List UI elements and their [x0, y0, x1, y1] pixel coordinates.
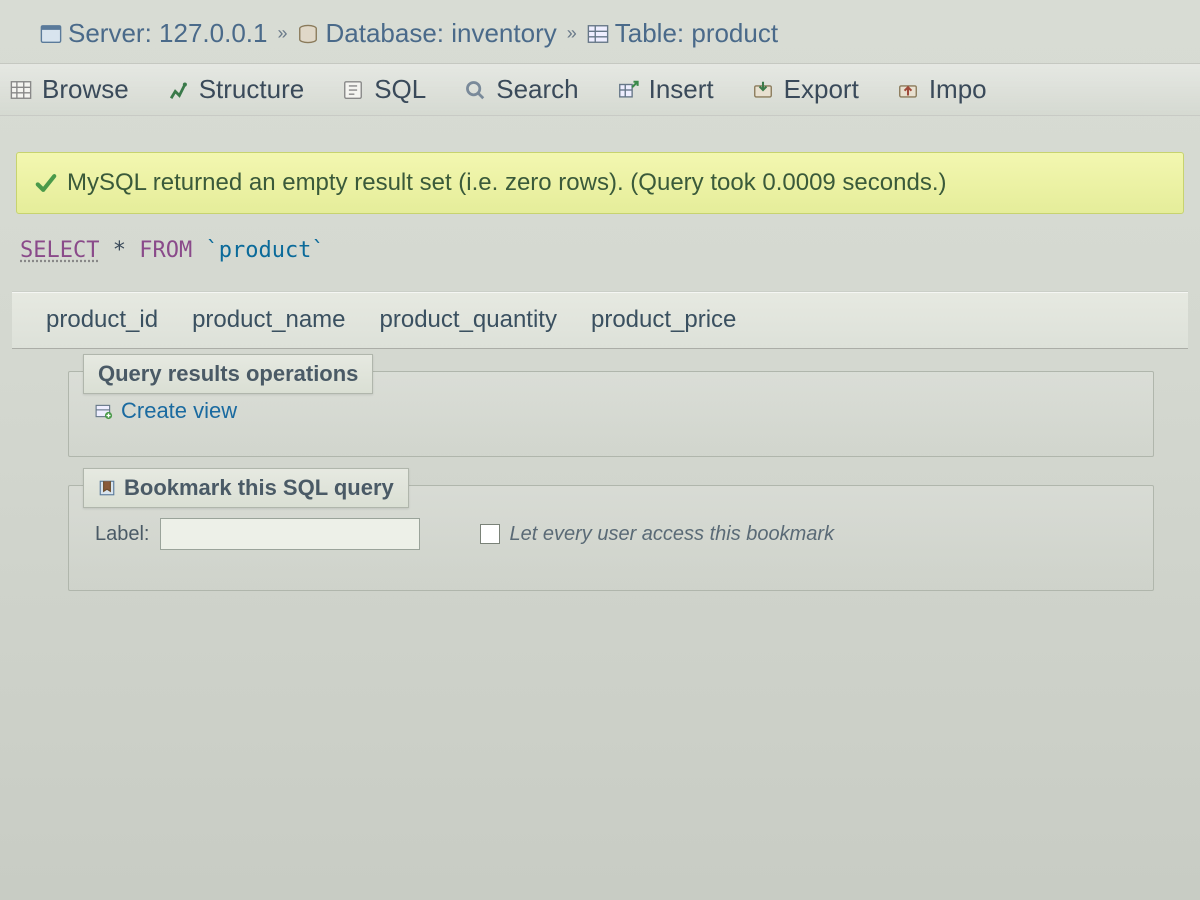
tab-sql[interactable]: SQL — [342, 74, 426, 105]
tab-search[interactable]: Search — [464, 74, 578, 105]
database-icon — [297, 23, 319, 45]
export-icon — [752, 79, 774, 101]
tab-insert[interactable]: Insert — [617, 74, 714, 105]
tab-bar: Browse Structure SQL Search Insert Expor… — [0, 63, 1200, 116]
breadcrumb-table[interactable]: Table: product — [587, 18, 778, 49]
success-check-icon — [35, 172, 57, 194]
bookmark-legend-text: Bookmark this SQL query — [124, 475, 394, 501]
query-results-operations: Query results operations Create view — [68, 371, 1154, 457]
bookmark-icon — [98, 479, 116, 497]
sql-icon — [342, 79, 364, 101]
breadcrumb-server[interactable]: Server: 127.0.0.1 — [40, 18, 267, 49]
tab-sql-label: SQL — [374, 74, 426, 105]
breadcrumb: Server: 127.0.0.1 » Database: inventory … — [0, 0, 1200, 63]
tab-browse-label: Browse — [42, 74, 129, 105]
bookmark-sql-query: Bookmark this SQL query Label: Let every… — [68, 485, 1154, 591]
tab-export[interactable]: Export — [752, 74, 859, 105]
operations-legend: Query results operations — [83, 354, 373, 394]
tab-browse[interactable]: Browse — [10, 74, 129, 105]
bookmark-public-checkbox[interactable] — [480, 524, 500, 544]
column-header[interactable]: product_id — [46, 306, 158, 334]
sql-star: * — [113, 238, 126, 263]
table-icon — [587, 23, 609, 45]
result-column-headers: product_id product_name product_quantity… — [12, 291, 1188, 349]
sql-keyword-from: FROM — [139, 238, 192, 263]
bookmark-public-label: Let every user access this bookmark — [510, 523, 835, 546]
executed-sql: SELECT * FROM `product` — [12, 232, 1188, 291]
breadcrumb-separator: » — [277, 23, 287, 44]
import-icon — [897, 79, 919, 101]
breadcrumb-separator: » — [567, 23, 577, 44]
sql-table-identifier: `product` — [205, 238, 324, 263]
column-header[interactable]: product_name — [192, 306, 345, 334]
content-area: MySQL returned an empty result set (i.e.… — [0, 116, 1200, 631]
notice-text: MySQL returned an empty result set (i.e.… — [67, 169, 946, 197]
tab-structure[interactable]: Structure — [167, 74, 305, 105]
tab-insert-label: Insert — [649, 74, 714, 105]
server-icon — [40, 23, 62, 45]
column-header[interactable]: product_quantity — [380, 306, 557, 334]
tab-import-label: Impo — [929, 74, 987, 105]
create-view-icon — [95, 402, 113, 420]
sql-keyword-select: SELECT — [20, 238, 99, 263]
bookmark-label-text: Label: — [95, 523, 150, 546]
structure-icon — [167, 79, 189, 101]
bookmark-legend: Bookmark this SQL query — [83, 468, 409, 508]
create-view-label: Create view — [121, 398, 237, 424]
breadcrumb-database[interactable]: Database: inventory — [297, 18, 556, 49]
breadcrumb-server-label: Server: 127.0.0.1 — [68, 18, 267, 49]
tab-structure-label: Structure — [199, 74, 305, 105]
tab-search-label: Search — [496, 74, 578, 105]
create-view-link[interactable]: Create view — [95, 398, 237, 424]
tab-import[interactable]: Impo — [897, 74, 987, 105]
tab-export-label: Export — [784, 74, 859, 105]
insert-icon — [617, 79, 639, 101]
breadcrumb-table-label: Table: product — [615, 18, 778, 49]
bookmark-label-input[interactable] — [160, 518, 420, 550]
column-header[interactable]: product_price — [591, 306, 736, 334]
breadcrumb-database-label: Database: inventory — [325, 18, 556, 49]
browse-icon — [10, 79, 32, 101]
search-icon — [464, 79, 486, 101]
query-result-notice: MySQL returned an empty result set (i.e.… — [16, 152, 1184, 214]
